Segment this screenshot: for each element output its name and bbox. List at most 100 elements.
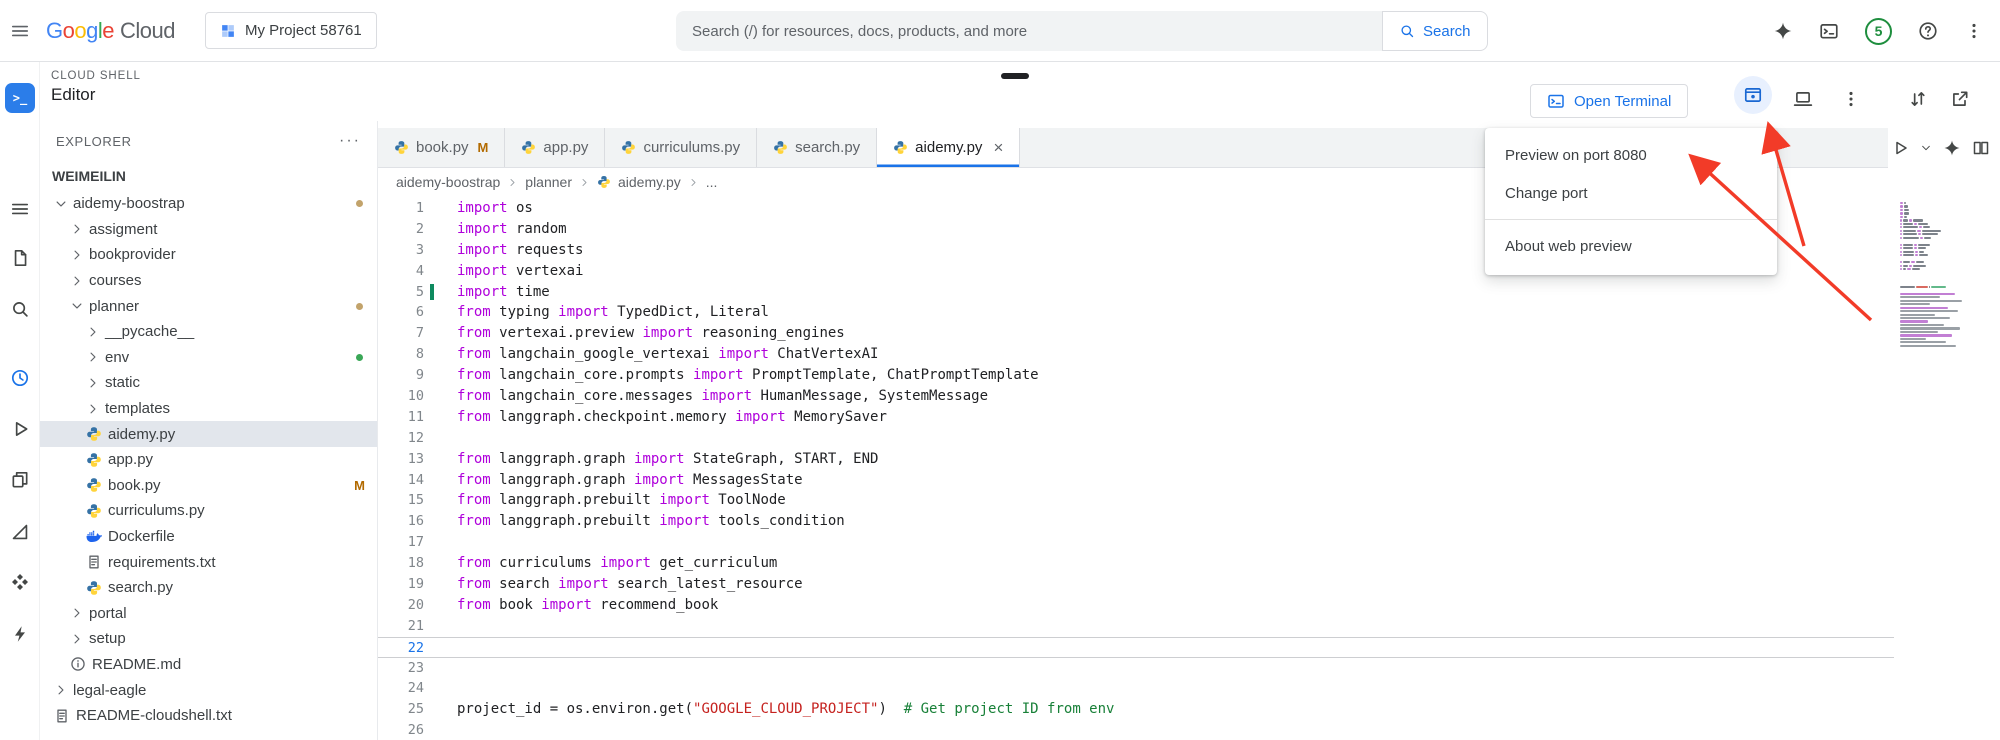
tree-folder-templates[interactable]: templates [40, 396, 377, 422]
menu-item[interactable]: Change port [1485, 174, 1777, 212]
tree-folder-assigment[interactable]: assigment [40, 217, 377, 243]
activity-menu-icon[interactable] [10, 199, 30, 219]
tree-file-book.py[interactable]: book.pyM [40, 473, 377, 499]
code-line-9[interactable]: 9from langchain_core.prompts import Prom… [378, 365, 1894, 386]
split-editor-icon[interactable] [1972, 139, 1990, 157]
code-line-21[interactable]: 21 [378, 616, 1894, 637]
breadcrumb-item[interactable]: aidemy-boostrap [396, 174, 500, 190]
breadcrumb-item[interactable]: ... [706, 174, 718, 190]
help-icon[interactable] [1918, 21, 1938, 41]
code-line-6[interactable]: 6from typing import TypedDict, Literal [378, 302, 1894, 323]
activity-bolt-icon[interactable] [10, 624, 30, 644]
code-line-12[interactable]: 12 [378, 428, 1894, 449]
web-preview-button[interactable] [1734, 76, 1772, 114]
line-number: 9 [378, 365, 424, 386]
tree-item-label: requirements.txt [108, 554, 216, 571]
open-in-new-icon[interactable] [1950, 89, 1970, 109]
open-terminal-button[interactable]: Open Terminal [1530, 84, 1688, 118]
activity-history-icon[interactable] [10, 368, 30, 388]
tree-folder-env[interactable]: env [40, 345, 377, 371]
tab-aidemy.py[interactable]: aidemy.py× [877, 128, 1020, 167]
shell-more-icon[interactable] [1841, 89, 1861, 109]
workspace-root[interactable]: WEIMEILIN [40, 161, 377, 191]
hamburger-menu-icon[interactable] [10, 21, 30, 41]
swap-panels-icon[interactable] [1908, 89, 1928, 109]
tree-file-aidemy.py[interactable]: aidemy.py [40, 421, 377, 447]
tree-file-app.py[interactable]: app.py [40, 447, 377, 473]
panel-drag-handle[interactable] [1001, 73, 1029, 79]
cloud-shell-activate-icon[interactable] [1819, 21, 1839, 41]
more-options-icon[interactable] [1964, 21, 1984, 41]
line-content: from langgraph.graph import StateGraph, … [424, 449, 878, 470]
menu-item[interactable]: Preview on port 8080 [1485, 136, 1777, 174]
activity-search-icon[interactable] [10, 299, 30, 319]
activity-ruler-icon[interactable] [10, 522, 30, 542]
code-line-16[interactable]: 16from langgraph.prebuilt import tools_c… [378, 511, 1894, 532]
tab-app.py[interactable]: app.py [505, 128, 605, 167]
activity-run-icon[interactable] [10, 419, 30, 439]
activity-files-icon[interactable] [10, 248, 30, 268]
activity-extensions-icon[interactable] [10, 572, 30, 592]
tab-curriculums.py[interactable]: curriculums.py [605, 128, 757, 167]
code-line-11[interactable]: 11from langgraph.checkpoint.memory impor… [378, 407, 1894, 428]
code-line-22[interactable]: 22 [378, 637, 1894, 658]
code-line-25[interactable]: 25project_id = os.environ.get("GOOGLE_CL… [378, 699, 1894, 720]
code-line-13[interactable]: 13from langgraph.graph import StateGraph… [378, 449, 1894, 470]
line-number: 26 [378, 720, 424, 740]
tab-label: search.py [795, 139, 860, 156]
tree-file-curriculums.py[interactable]: curriculums.py [40, 498, 377, 524]
code-line-18[interactable]: 18from curriculums import get_curriculum [378, 553, 1894, 574]
line-content: import requests [424, 240, 583, 261]
tree-folder-__pycache__[interactable]: __pycache__ [40, 319, 377, 345]
code-line-10[interactable]: 10from langchain_core.messages import Hu… [378, 386, 1894, 407]
tree-item-label: setup [89, 630, 126, 647]
tree-file-search.py[interactable]: search.py [40, 575, 377, 601]
tab-search.py[interactable]: search.py [757, 128, 877, 167]
chevron-icon [54, 683, 68, 697]
run-dropdown-icon[interactable] [1920, 142, 1932, 154]
breadcrumb-item[interactable]: planner [525, 174, 572, 190]
notification-badge[interactable]: 5 [1865, 18, 1892, 45]
code-line-24[interactable]: 24 [378, 678, 1894, 699]
search-input[interactable] [676, 11, 1382, 51]
line-content [424, 616, 457, 637]
tree-file-requirements.txt[interactable]: requirements.txt [40, 549, 377, 575]
search-button[interactable]: Search [1382, 11, 1488, 51]
code-line-5[interactable]: 5import time [378, 282, 1894, 303]
tree-folder-aidemy-boostrap[interactable]: aidemy-boostrap [40, 191, 377, 217]
tab-book.py[interactable]: book.pyM [378, 128, 505, 167]
code-line-23[interactable]: 23 [378, 658, 1894, 679]
tree-folder-planner[interactable]: planner [40, 293, 377, 319]
code-line-14[interactable]: 14from langgraph.graph import MessagesSt… [378, 470, 1894, 491]
run-file-icon[interactable] [1891, 139, 1909, 157]
explorer-more-icon[interactable]: ··· [339, 136, 361, 146]
code-line-17[interactable]: 17 [378, 532, 1894, 553]
gemini-icon[interactable] [1773, 21, 1793, 41]
tree-file-README-cloudshell.txt[interactable]: README-cloudshell.txt [40, 703, 377, 729]
code-line-20[interactable]: 20from book import recommend_book [378, 595, 1894, 616]
gemini-spark-icon[interactable] [1943, 139, 1961, 157]
code-line-26[interactable]: 26 [378, 720, 1894, 740]
tree-folder-bookprovider[interactable]: bookprovider [40, 242, 377, 268]
cloud-shell-logo[interactable]: >_ [5, 83, 35, 113]
tree-folder-legal-eagle[interactable]: legal-eagle [40, 677, 377, 703]
menu-item-about[interactable]: About web preview [1485, 227, 1777, 265]
laptop-icon[interactable] [1793, 89, 1813, 109]
tree-folder-setup[interactable]: setup [40, 626, 377, 652]
minimap[interactable] [1900, 202, 1992, 347]
breadcrumb-item[interactable]: aidemy.py [618, 174, 681, 190]
code-line-8[interactable]: 8from langchain_google_vertexai import C… [378, 344, 1894, 365]
cloud-shell-label: CLOUD SHELL Editor [51, 70, 141, 105]
close-tab-icon[interactable]: × [993, 139, 1003, 156]
code-line-15[interactable]: 15from langgraph.prebuilt import ToolNod… [378, 490, 1894, 511]
code-line-7[interactable]: 7from vertexai.preview import reasoning_… [378, 323, 1894, 344]
tree-folder-courses[interactable]: courses [40, 268, 377, 294]
code-line-19[interactable]: 19from search import search_latest_resou… [378, 574, 1894, 595]
code-editor[interactable]: 1import os2import random3import requests… [378, 196, 2000, 740]
tree-file-README.md[interactable]: README.md [40, 652, 377, 678]
tree-folder-portal[interactable]: portal [40, 601, 377, 627]
tree-file-Dockerfile[interactable]: Dockerfile [40, 524, 377, 550]
project-selector[interactable]: My Project 58761 [205, 12, 377, 49]
tree-folder-static[interactable]: static [40, 370, 377, 396]
activity-copy-icon[interactable] [10, 470, 30, 490]
